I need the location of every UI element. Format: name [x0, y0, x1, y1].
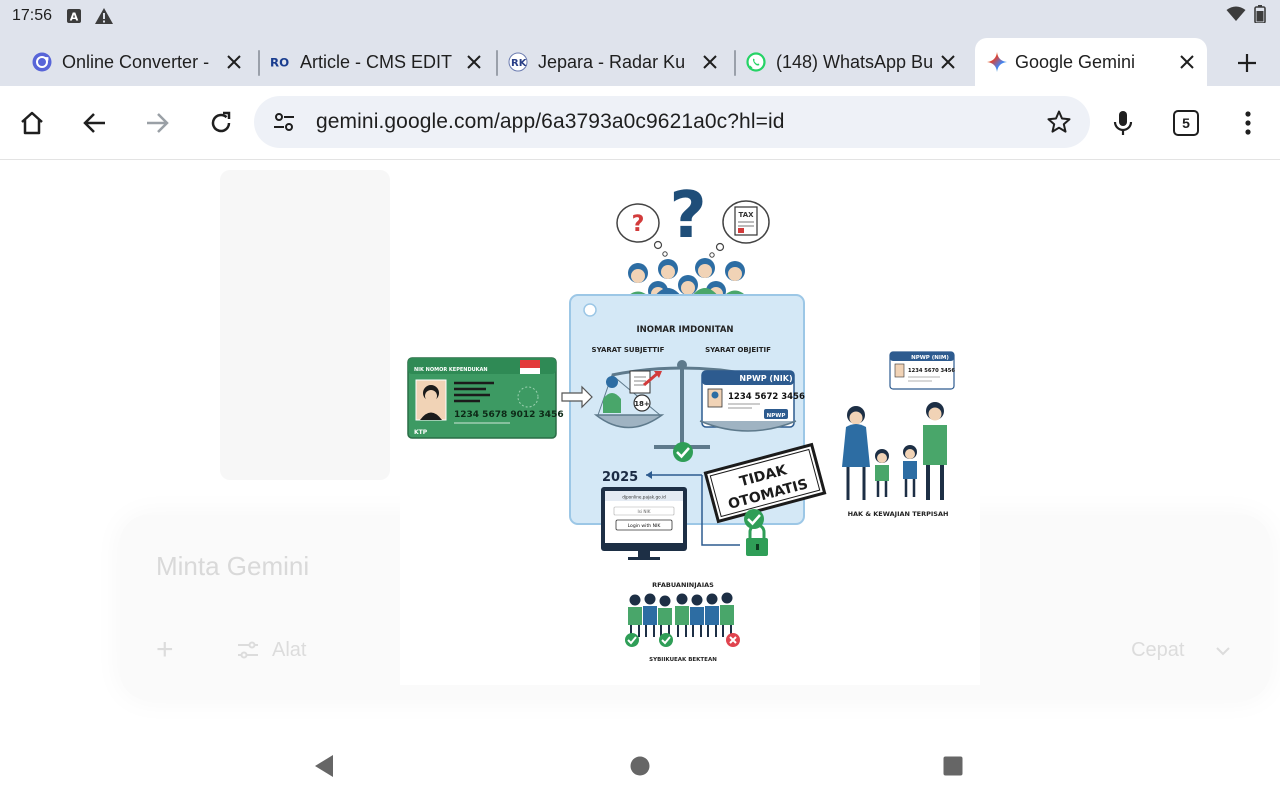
- font-app-notification-icon: A: [66, 8, 82, 24]
- svg-text:KTP: KTP: [414, 429, 428, 436]
- right-label: SYARAT OBJEITIF: [705, 346, 771, 354]
- tab-title: Article - CMS EDIT: [300, 52, 453, 72]
- ro-logo-icon: RO: [270, 52, 290, 72]
- svg-text:Isi NIK: Isi NIK: [637, 509, 650, 514]
- circle-home-icon: [630, 756, 650, 776]
- svg-text:1234 5678 9012 3456: 1234 5678 9012 3456: [454, 410, 564, 420]
- tools-button[interactable]: Alat: [236, 639, 306, 662]
- tab-title: Online Converter -: [62, 52, 210, 72]
- svg-text:1234 5670 3456: 1234 5670 3456: [908, 368, 955, 374]
- ktp-card: NIK NOMOR KEPENDUKAN 1234 5678 9012 3456…: [407, 357, 564, 439]
- nav-back-button[interactable]: [312, 754, 336, 778]
- wifi-icon: [1226, 6, 1246, 27]
- reload-button[interactable]: [204, 106, 238, 140]
- tab-strip: Online Converter - RO Article - CMS EDIT…: [0, 32, 1280, 86]
- status-bar: 17:56 A: [0, 0, 1280, 32]
- tab-title: Google Gemini: [1015, 52, 1136, 72]
- tab-online-converter[interactable]: Online Converter -: [0, 38, 260, 86]
- home-icon: [21, 111, 43, 135]
- forward-arrow-icon: [147, 113, 169, 133]
- add-icon[interactable]: +: [156, 633, 174, 667]
- whatsapp-icon: [746, 52, 766, 72]
- microphone-icon: [1113, 111, 1133, 135]
- back-button[interactable]: [78, 106, 112, 140]
- tax-label: TAX: [738, 211, 754, 219]
- home-button[interactable]: [15, 106, 49, 140]
- warning-icon: [94, 7, 114, 25]
- svg-text:NIK NOMOR KEPENDUKAN: NIK NOMOR KEPENDUKAN: [414, 367, 488, 373]
- tab-title: Jepara - Radar Ku: [538, 52, 686, 72]
- svg-text:Login with NIK: Login with NIK: [628, 523, 662, 529]
- browser-toolbar: gemini.google.com/app/6a3793a0c9621a0c?h…: [0, 86, 1280, 160]
- big-question-mark: ?: [669, 179, 706, 253]
- tab-jepara-radar[interactable]: RK Jepara - Radar Ku: [476, 38, 736, 86]
- nav-home-button[interactable]: [628, 754, 652, 778]
- triangle-back-icon: [315, 755, 333, 777]
- age-badge: 18+: [634, 400, 650, 408]
- menu-button[interactable]: [1231, 106, 1265, 140]
- back-arrow-icon: [83, 113, 105, 133]
- system-navigation-bar: [0, 730, 1280, 800]
- close-tab-icon[interactable]: [938, 52, 958, 72]
- site-settings-icon[interactable]: [272, 110, 296, 134]
- svg-text:?: ?: [632, 212, 645, 237]
- computer-monitor: djponline.pajak.go.id Isi NIK Login with…: [601, 487, 687, 560]
- bottom-caption-top: RFABUANINJAIAS: [652, 581, 714, 589]
- model-selector[interactable]: Cepat: [1131, 639, 1230, 662]
- check-icon: [673, 442, 693, 462]
- svg-text:NPWP (NIK): NPWP (NIK): [739, 374, 792, 383]
- family-caption: HAK & KEWAJIAN TERPISAH: [848, 510, 949, 518]
- battery-icon: [1254, 4, 1266, 28]
- forward-button[interactable]: [140, 106, 174, 140]
- address-bar[interactable]: gemini.google.com/app/6a3793a0c9621a0c?h…: [254, 96, 1090, 148]
- svg-text:NPWP: NPWP: [767, 413, 786, 419]
- svg-text:?: ?: [669, 179, 706, 253]
- status-time: 17:56: [12, 7, 53, 24]
- rk-logo-icon: RK: [508, 52, 528, 72]
- converter-icon: [32, 52, 52, 72]
- more-vertical-icon: [1245, 111, 1251, 135]
- prompt-placeholder: Minta Gemini: [156, 551, 310, 581]
- reload-icon: [211, 111, 231, 133]
- bookmark-star-icon[interactable]: [1046, 109, 1072, 135]
- npwp-small-card: NPWP (NIM) 1234 5670 3456: [889, 351, 955, 390]
- page-content: Minta Gemini + Alat Cepat ? ? TAX INOMAR…: [0, 160, 1280, 730]
- tab-article-cms[interactable]: RO Article - CMS EDIT: [238, 38, 498, 86]
- svg-text:1234 5672 3456: 1234 5672 3456: [728, 392, 805, 402]
- svg-text:NPWP (NIM): NPWP (NIM): [911, 355, 949, 361]
- tab-title: (148) WhatsApp Bu: [776, 52, 932, 72]
- tab-google-gemini[interactable]: Google Gemini: [975, 38, 1207, 86]
- tools-label: Alat: [272, 639, 307, 661]
- square-recents-icon: [943, 756, 963, 776]
- new-tab-button[interactable]: [1230, 46, 1264, 80]
- url-text: gemini.google.com/app/6a3793a0c9621a0c?h…: [316, 110, 785, 133]
- npwp-card: NPWP (NIK) 1234 5672 3456 NPWP: [701, 370, 805, 428]
- tab-switcher-button[interactable]: 5: [1173, 110, 1199, 136]
- panel-header: INOMAR IMDONITAN: [636, 325, 733, 335]
- svg-text:RK: RK: [511, 58, 528, 69]
- left-label: SYARAT SUBJETTIF: [592, 346, 665, 354]
- generated-infographic-image[interactable]: ? ? TAX INOMAR IMDONITAN SYARAT SUBJETTI…: [400, 175, 980, 685]
- chevron-down-icon: [1216, 647, 1230, 656]
- gemini-icon: [987, 52, 1007, 72]
- faded-card: [220, 170, 390, 480]
- svg-text:A: A: [70, 11, 79, 24]
- svg-text:RO: RO: [270, 56, 289, 70]
- tab-whatsapp[interactable]: (148) WhatsApp Bu: [714, 38, 972, 86]
- voice-search-button[interactable]: [1106, 106, 1140, 140]
- bottom-caption-bottom: SYBIIKUEAK BEKTEAN: [649, 657, 717, 663]
- tools-icon: [238, 641, 258, 659]
- nav-recents-button[interactable]: [941, 754, 965, 778]
- svg-text:djponline.pajak.go.id: djponline.pajak.go.id: [622, 495, 666, 500]
- plus-icon: [1238, 54, 1256, 72]
- close-tab-icon[interactable]: [1177, 52, 1197, 72]
- model-label: Cepat: [1131, 639, 1185, 661]
- year-label: 2025: [602, 470, 638, 485]
